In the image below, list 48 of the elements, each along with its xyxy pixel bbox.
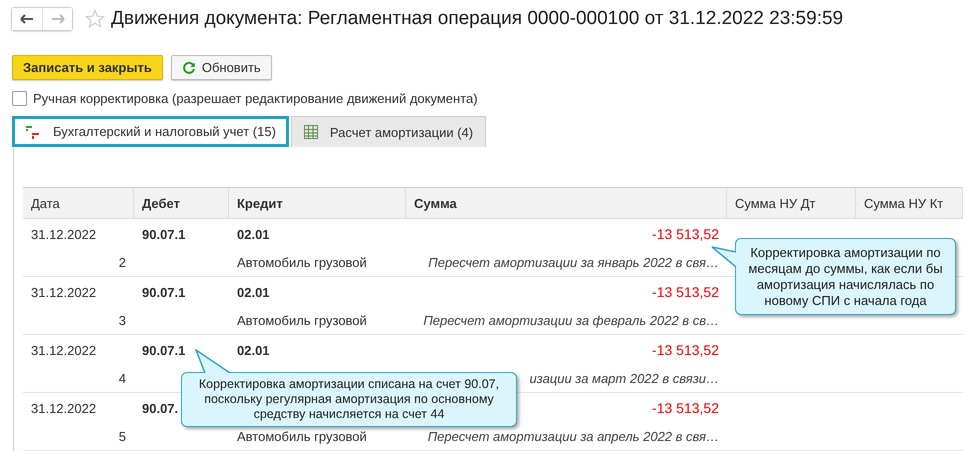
subaccount-cell: Автомобиль грузовой bbox=[237, 254, 367, 270]
refresh-button[interactable]: Обновить bbox=[170, 55, 272, 80]
row-number: 4 bbox=[118, 370, 126, 386]
checkbox[interactable] bbox=[12, 91, 27, 106]
tab[interactable]: Расчет амортизации (4) bbox=[290, 116, 486, 147]
amount-cell: -13 513,52 bbox=[652, 284, 719, 300]
subaccount-cell: Автомобиль грузовой bbox=[237, 312, 367, 328]
debit-credit-icon bbox=[25, 124, 41, 140]
save-and-close-button[interactable]: Записать и закрыть bbox=[12, 55, 163, 80]
debit-account: 90.07.1 bbox=[142, 226, 186, 242]
star-icon[interactable] bbox=[85, 9, 105, 29]
description-cell: Пересчет амортизации за февраль 2022 в св… bbox=[423, 312, 719, 328]
column-header[interactable]: Сумма bbox=[406, 188, 727, 218]
row-number: 3 bbox=[118, 312, 126, 328]
amount-cell: -13 513,52 bbox=[652, 226, 719, 242]
row-number: 5 bbox=[118, 428, 126, 444]
date-cell: 31.12.2022 bbox=[31, 400, 96, 416]
callout-pointer bbox=[195, 349, 231, 373]
checkbox-label: Ручная корректировка (разрешает редактирование движений документа) bbox=[33, 91, 478, 106]
column-header[interactable]: Дата bbox=[23, 188, 134, 218]
arrow-left-icon bbox=[20, 14, 34, 24]
credit-account: 02.01 bbox=[237, 342, 270, 358]
refresh-icon bbox=[182, 60, 196, 74]
back-button[interactable] bbox=[12, 8, 42, 30]
amount-cell: -13 513,52 bbox=[652, 400, 719, 416]
window-title: Движения документа: Регламентная операция 0000-000100 от 31.12.2022 23:59:59 bbox=[111, 8, 844, 30]
date-cell: 31.12.2022 bbox=[31, 342, 96, 358]
debit-account: 90.07.1 bbox=[142, 284, 186, 300]
tab[interactable]: Бухгалтерский и налоговый учет (15) bbox=[12, 116, 289, 147]
description-cell: Пересчет амортизации за январь 2022 в свя… bbox=[428, 254, 719, 270]
row-number: 2 bbox=[118, 254, 126, 270]
date-cell: 31.12.2022 bbox=[31, 226, 96, 242]
table-icon bbox=[304, 125, 318, 139]
amount-cell: -13 513,52 bbox=[652, 342, 719, 358]
column-header[interactable]: Дебет bbox=[134, 188, 229, 218]
date-cell: 31.12.2022 bbox=[31, 284, 96, 300]
description-cell: Пересчет амортизации за апрель 2022 в свя… bbox=[428, 428, 719, 444]
description-cell: изации за март 2022 в связи… bbox=[529, 370, 719, 386]
subaccount-cell: Автомобиль грузовой bbox=[237, 428, 367, 444]
column-header[interactable]: Сумма НУ Дт bbox=[727, 188, 856, 218]
credit-account: 02.01 bbox=[237, 226, 270, 242]
column-header[interactable]: Сумма НУ Кт bbox=[856, 188, 963, 218]
callout: Корректировка амортизации по месяцам до суммы, как если бы амортизация начислялась по новому СПИ с начала года bbox=[735, 238, 956, 315]
debit-account: 90.07.1 bbox=[142, 342, 186, 358]
credit-account: 02.01 bbox=[237, 284, 270, 300]
debit-account: 90.07. bbox=[142, 400, 178, 416]
column-header[interactable]: Кредит bbox=[229, 188, 406, 218]
arrow-right-icon bbox=[50, 14, 64, 24]
